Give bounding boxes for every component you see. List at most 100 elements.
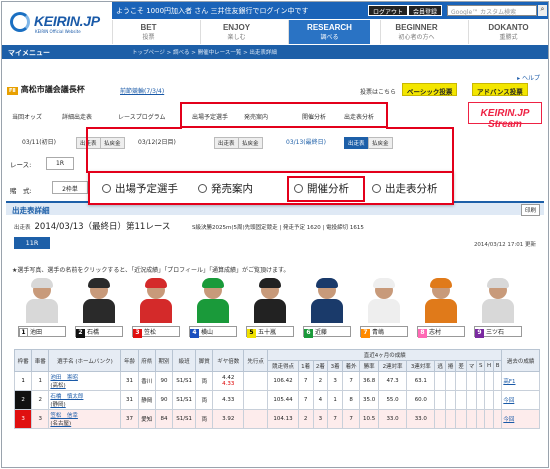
col-waku: 枠番 — [13, 349, 33, 372]
cell-rider[interactable]: 石橋 慎太郎 (静岡) — [48, 390, 122, 410]
callout-connector-left — [86, 127, 182, 173]
nav-beginner[interactable]: BEGINNER 初心者の方へ — [380, 20, 452, 44]
day3-entry-button[interactable]: 出走表 — [344, 137, 369, 149]
callout-entry-analysis[interactable]: 出走表分析 — [372, 181, 438, 196]
mymenu-toggle[interactable]: マイメニュー — [8, 48, 50, 58]
venue-title: FⅡ 高松市議会議長杯 — [7, 84, 85, 95]
logout-button[interactable]: ログアウト — [368, 5, 409, 16]
cell-term: 90 — [154, 390, 174, 410]
advance-vote-button[interactable]: アドバンス投票 — [472, 83, 528, 96]
rider-name-link[interactable]: 池田 憲昭 — [50, 375, 78, 381]
cell-nige — [434, 390, 446, 410]
cell-1st: 2 — [297, 409, 314, 429]
cell-1st: 7 — [297, 390, 314, 410]
date-day3[interactable]: 03/13(最終日) — [286, 137, 326, 146]
day2-payout-button[interactable]: 払戻金 — [238, 137, 263, 149]
rider-photo[interactable] — [368, 299, 400, 323]
rider-card[interactable]: 4 横山 — [187, 278, 239, 344]
login-bar: ようこそ 1000円加入者 さん 三井住友銀行でログイン中です ログアウト 会員… — [112, 2, 548, 19]
breadcrumb[interactable]: トップページ > 調べる > 開催中レース一覧 > 出走表詳細 — [132, 48, 277, 56]
table-row: 1 1 池田 憲昭 (高松) 31 香川 90 S1/S1 両 4.42 4.33 106.42 7 2 3… — [13, 371, 540, 391]
col-1st: 1着 — [297, 360, 314, 372]
site-logo[interactable]: KEIRIN.JP KEIRIN Official Website — [10, 8, 110, 38]
section-title: 出走表詳細 — [12, 206, 50, 215]
rider-card[interactable]: 1 池田 — [16, 278, 68, 344]
rider-photo[interactable] — [254, 299, 286, 323]
nav-bet[interactable]: BET 投票 — [112, 20, 184, 44]
rider-tag[interactable]: 5 五十嵐 — [246, 326, 294, 338]
rider-tag[interactable]: 7 青嶋 — [360, 326, 408, 338]
cell-rider[interactable]: 池田 憲昭 (高松) — [48, 371, 122, 391]
rider-number: 7 — [361, 329, 370, 338]
gear-new-value: 4.33 — [222, 381, 235, 387]
day2-entry-button[interactable]: 出走表 — [214, 137, 239, 149]
search-icon[interactable]: ⌕ — [538, 5, 547, 16]
cell-nige — [434, 371, 446, 391]
rider-tag[interactable]: 8 志村 — [417, 326, 465, 338]
help-link[interactable]: ▸ ヘルプ — [517, 73, 540, 82]
col-2nd: 2着 — [312, 360, 329, 372]
basic-vote-button[interactable]: ベーシック投票 — [402, 83, 458, 96]
subnav-program[interactable]: レースプログラム — [118, 112, 166, 121]
race-selector[interactable]: 1R — [46, 157, 74, 170]
col-3rd: 3着 — [327, 360, 344, 372]
bet-type-label: 賭 式: — [10, 187, 32, 195]
rider-card[interactable]: 8 志村 — [415, 278, 467, 344]
rider-number: 5 — [247, 329, 256, 338]
rider-photo[interactable] — [26, 299, 58, 323]
stream-button[interactable]: KEIRIN.JP Stream — [468, 102, 542, 130]
browser-frame: KEIRIN.JP KEIRIN Official Website ようこそ 1… — [1, 1, 549, 468]
cell-makuri — [444, 390, 457, 410]
rider-photo[interactable] — [140, 299, 172, 323]
rider-name: 青嶋 — [372, 329, 385, 336]
rider-name-link[interactable]: 石橋 慎太郎 — [50, 394, 83, 400]
rider-card[interactable]: 2 石橋 — [73, 278, 125, 344]
rider-tag[interactable]: 1 池田 — [18, 326, 66, 337]
cell-mark — [465, 409, 478, 429]
cell-past[interactable]: 今回 — [501, 390, 540, 410]
rider-tag[interactable]: 2 石橋 — [75, 326, 123, 338]
venue-prev-link[interactable]: 前節競輪(7/3/4) — [120, 86, 164, 95]
help-link-label: ヘルプ — [521, 75, 540, 82]
rider-photo[interactable] — [197, 299, 229, 323]
rider-name-link[interactable]: 笠松 信幸 — [50, 413, 78, 419]
rider-tag[interactable]: 6 近藤 — [303, 326, 351, 338]
print-button[interactable]: 印刷 — [520, 204, 540, 216]
rider-card[interactable]: 6 近藤 — [301, 278, 353, 344]
nav-enjoy[interactable]: ENJOY 楽しむ — [200, 20, 272, 44]
rider-photo[interactable] — [311, 299, 343, 323]
callout-expected-riders[interactable]: 出場予定選手 — [102, 181, 178, 196]
callout-sales-info[interactable]: 発売案内 — [198, 181, 253, 196]
cell-past[interactable]: 高F1 — [501, 371, 540, 391]
rider-photo[interactable] — [83, 299, 115, 323]
rider-photo[interactable] — [482, 299, 514, 323]
nav-research[interactable]: RESEARCH 調べる — [288, 20, 370, 44]
nav-dokanto[interactable]: DOKANTO 重勝式 — [468, 20, 548, 44]
rider-helmet — [31, 278, 53, 288]
subnav-odds[interactable]: 当回オッズ — [12, 112, 42, 121]
rider-card[interactable]: 3 笠松 — [130, 278, 182, 344]
rider-card[interactable]: 7 青嶋 — [358, 278, 410, 344]
bet-type-selector[interactable]: 2枠単 — [52, 181, 88, 194]
date-day1[interactable]: 03/11(初日) — [22, 137, 56, 146]
rider-tag[interactable]: 4 横山 — [189, 326, 237, 338]
rider-tag[interactable]: 3 笠松 — [132, 326, 180, 338]
cell-nige — [434, 409, 446, 429]
cell-past[interactable]: 今回 — [501, 409, 540, 429]
subnav-detailed-entry[interactable]: 詳細出走表 — [62, 112, 92, 121]
cell-out: 8 — [342, 390, 361, 410]
arrow-circle-icon — [198, 184, 207, 193]
cell-rider[interactable]: 笠松 信幸 (名古屋) — [48, 409, 122, 429]
rider-card[interactable]: 9 三ツ石 — [472, 278, 524, 344]
vote-here-label: 投票はこちら — [360, 89, 397, 96]
rider-photo[interactable] — [425, 299, 457, 323]
rider-card[interactable]: 5 五十嵐 — [244, 278, 296, 344]
rider-tag[interactable]: 9 三ツ石 — [474, 326, 522, 338]
rider-number: 3 — [133, 329, 142, 338]
register-button[interactable]: 会員登録 — [408, 5, 443, 16]
col-name: 選手名 (ホームバンク) — [48, 349, 122, 372]
subnav-highlight — [180, 102, 388, 128]
cell-ren2: 47.3 — [377, 371, 408, 391]
site-search-input[interactable]: Google™ カスタム検索 — [447, 5, 537, 16]
col-makuri: 捲 — [444, 360, 457, 372]
